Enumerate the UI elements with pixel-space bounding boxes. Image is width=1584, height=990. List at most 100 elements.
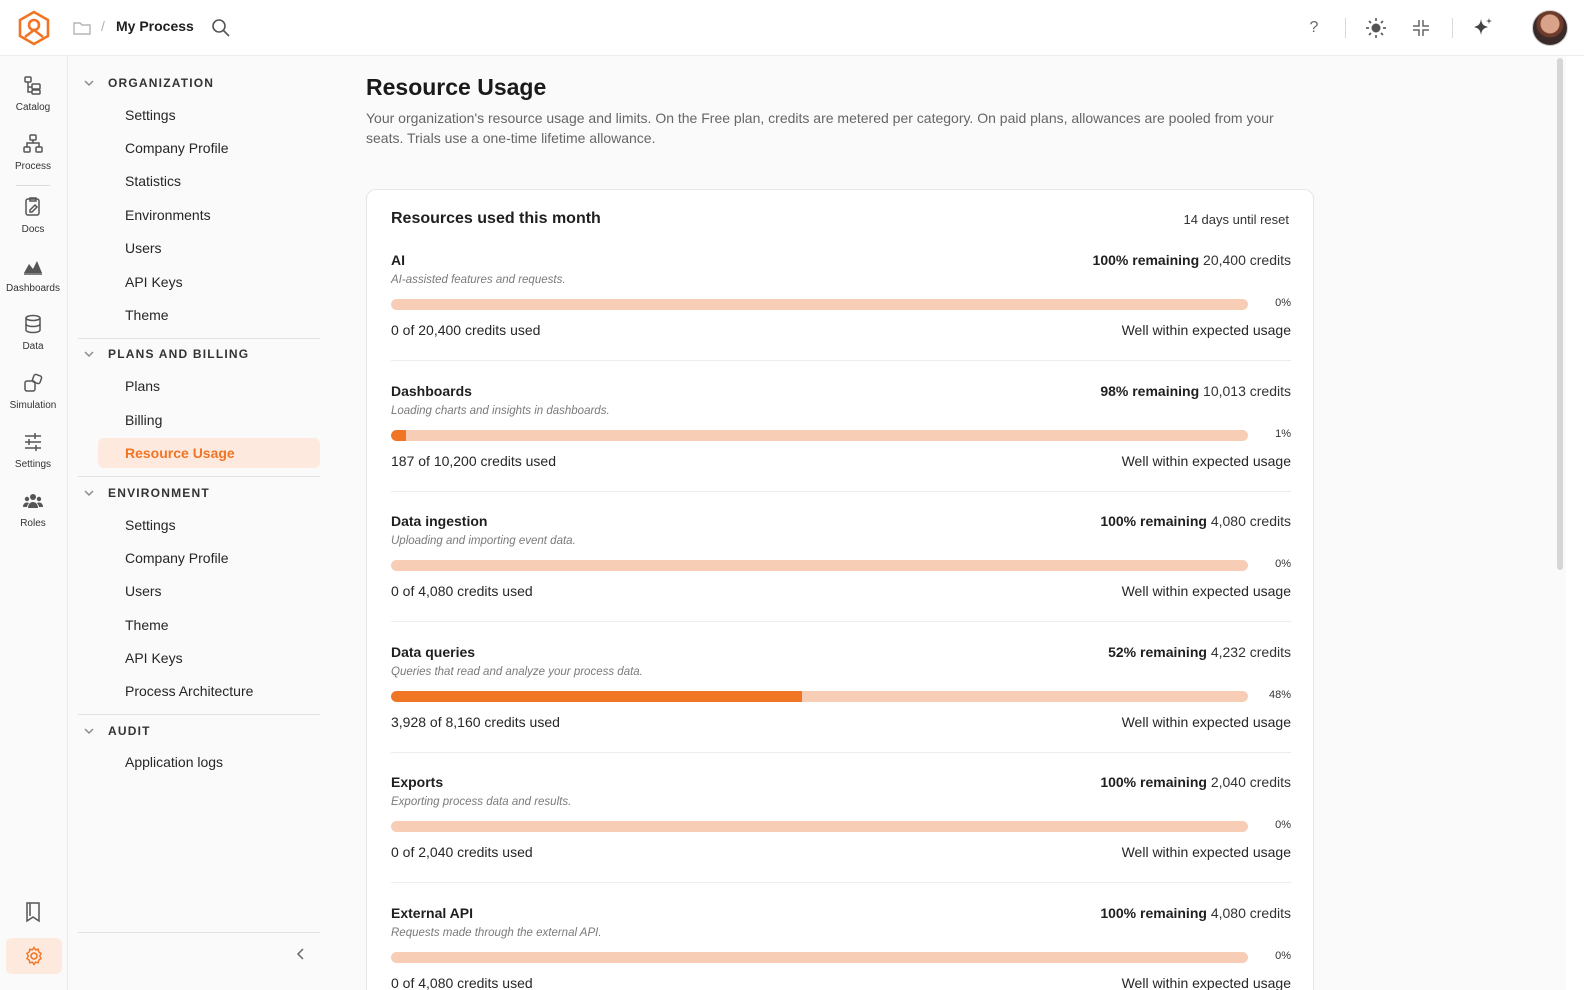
credits-used: 0 of 4,080 credits used: [391, 974, 533, 990]
nav-item-theme[interactable]: Theme: [98, 300, 320, 330]
nav-item-env-theme[interactable]: Theme: [98, 610, 320, 640]
resource-name: Exports: [391, 774, 444, 790]
rail-item-data[interactable]: Data: [0, 309, 66, 365]
row-divider: [391, 490, 1291, 492]
remaining-percent: 100% remaining: [1100, 513, 1207, 529]
resource-remaining: 100% remaining 2,040 credits: [1100, 774, 1291, 790]
usage-progress-bar: [391, 299, 1248, 310]
remaining-credits: 4,080 credits: [1210, 513, 1291, 529]
credits-used: 3,928 of 8,160 credits used: [391, 713, 560, 730]
credits-used: 0 of 20,400 credits used: [391, 322, 541, 338]
main-content: Resource Usage Your organization's resou…: [330, 56, 1566, 990]
resource-row: AI 100% remaining 20,400 credits AI-assist…: [391, 252, 1291, 382]
remaining-credits: 2,040 credits: [1210, 774, 1291, 790]
scrollbar[interactable]: [1557, 58, 1563, 570]
remaining-percent: 100% remaining: [1092, 252, 1200, 268]
nav-item-environments[interactable]: Environments: [98, 200, 320, 230]
nav-item-statistics[interactable]: Statistics: [98, 166, 320, 196]
collapse-arrows-icon[interactable]: [1409, 16, 1433, 40]
usage-status: Well within expected usage: [1121, 322, 1291, 338]
divider: [1452, 18, 1453, 38]
remaining-credits: 20,400 credits: [1203, 252, 1291, 268]
resource-remaining: 100% remaining 4,080 credits: [1100, 513, 1291, 529]
usage-percent: 0%: [1275, 949, 1291, 962]
rail-item-docs[interactable]: Docs: [0, 192, 66, 248]
rail-item-catalog[interactable]: Catalog: [0, 70, 66, 126]
section-divider: [78, 932, 320, 933]
nav-item-application-logs[interactable]: Application logs: [98, 747, 320, 777]
usage-percent: 1%: [1275, 427, 1291, 440]
chevron-left-icon[interactable]: [293, 946, 309, 962]
usage-progress-fill: [391, 690, 803, 702]
remaining-credits: 10,013 credits: [1203, 382, 1291, 399]
breadcrumb-title[interactable]: My Process: [116, 18, 194, 34]
usage-status: Well within expected usage: [1121, 713, 1291, 730]
nav-item-settings[interactable]: Settings: [98, 100, 320, 130]
rail-item-simulation[interactable]: Simulation: [0, 368, 66, 424]
nav-item-plans[interactable]: Plans: [98, 371, 320, 401]
avatar[interactable]: [1532, 10, 1568, 46]
docs-icon: [25, 197, 40, 216]
rail-label: Docs: [21, 224, 45, 235]
remaining-percent: 98% remaining: [1100, 382, 1200, 399]
help-icon[interactable]: ?: [1302, 16, 1326, 40]
resource-name: External API: [391, 904, 473, 921]
section-plans-and-billing[interactable]: PLANS AND BILLING: [78, 342, 320, 366]
users-icon: [23, 494, 43, 508]
rail-item-roles[interactable]: Roles: [0, 486, 66, 542]
rail-item-dashboards[interactable]: Dashboards: [0, 251, 66, 307]
nav-item-env-settings[interactable]: Settings: [98, 510, 320, 540]
bookmark-icon[interactable]: [22, 900, 44, 924]
usage-card: Resources used this month 14 days until …: [366, 189, 1314, 990]
resource-name: Data queries: [391, 643, 476, 660]
rail-label: Data: [22, 341, 44, 352]
search-icon[interactable]: [210, 17, 232, 39]
chevron-down-icon: [84, 351, 94, 357]
remaining-credits: 4,080 credits: [1210, 904, 1291, 921]
nav-item-process-architecture[interactable]: Process Architecture: [98, 676, 320, 706]
reset-countdown: 14 days until reset: [1183, 212, 1289, 227]
section-title: ORGANIZATION: [108, 76, 215, 90]
usage-status: Well within expected usage: [1121, 974, 1291, 990]
rail-item-settings[interactable]: Settings: [0, 427, 66, 483]
credits-used: 187 of 10,200 credits used: [391, 452, 557, 469]
remaining-credits: 4,232 credits: [1210, 643, 1291, 660]
settings-gear-button[interactable]: [6, 938, 62, 974]
usage-percent: 0%: [1275, 819, 1291, 831]
sun-icon[interactable]: [1364, 16, 1388, 40]
resource-name: Data ingestion: [391, 513, 488, 529]
usage-status: Well within expected usage: [1121, 583, 1291, 599]
resource-row: Data queries 52% remaining 4,232 credits Q…: [391, 644, 1291, 774]
nav-item-users[interactable]: Users: [98, 233, 320, 263]
section-environment[interactable]: ENVIRONMENT: [78, 481, 320, 505]
nav-item-billing[interactable]: Billing: [98, 405, 320, 435]
nav-item-env-api-keys[interactable]: API Keys: [98, 643, 320, 673]
section-audit[interactable]: AUDIT: [78, 719, 320, 743]
card-title: Resources used this month: [391, 210, 601, 227]
resource-description: Exporting process data and results.: [391, 796, 572, 808]
resource-row: External API 100% remaining 4,080 credits…: [391, 905, 1291, 990]
page-title: Resource Usage: [366, 74, 547, 100]
database-icon: [25, 314, 41, 334]
usage-progress-fill: [391, 429, 407, 441]
section-organization[interactable]: ORGANIZATION: [78, 71, 320, 95]
resource-row: Dashboards 98% remaining 10,013 credits Lo…: [391, 383, 1291, 513]
app-logo-icon[interactable]: [17, 10, 51, 46]
breadcrumb-separator: /: [101, 18, 105, 34]
folder-icon[interactable]: [72, 18, 92, 38]
rail-label: Simulation: [9, 400, 57, 411]
sparkle-icon[interactable]: [1470, 16, 1494, 40]
nav-item-api-keys[interactable]: API Keys: [98, 267, 320, 297]
nav-item-resource-usage[interactable]: Resource Usage: [98, 438, 320, 468]
chevron-down-icon: [84, 490, 94, 496]
page-description: Your organization's resource usage and l…: [366, 110, 1274, 146]
row-divider: [391, 621, 1291, 622]
resource-description: Loading charts and insights in dashboard…: [391, 404, 610, 417]
section-title: PLANS AND BILLING: [108, 347, 250, 361]
nav-item-company-profile[interactable]: Company Profile: [98, 133, 320, 163]
credits-used: 0 of 2,040 credits used: [391, 844, 533, 860]
nav-item-env-company-profile[interactable]: Company Profile: [98, 543, 320, 573]
nav-item-env-users[interactable]: Users: [98, 576, 320, 606]
row-divider: [391, 360, 1291, 361]
rail-item-process[interactable]: Process: [0, 129, 66, 185]
